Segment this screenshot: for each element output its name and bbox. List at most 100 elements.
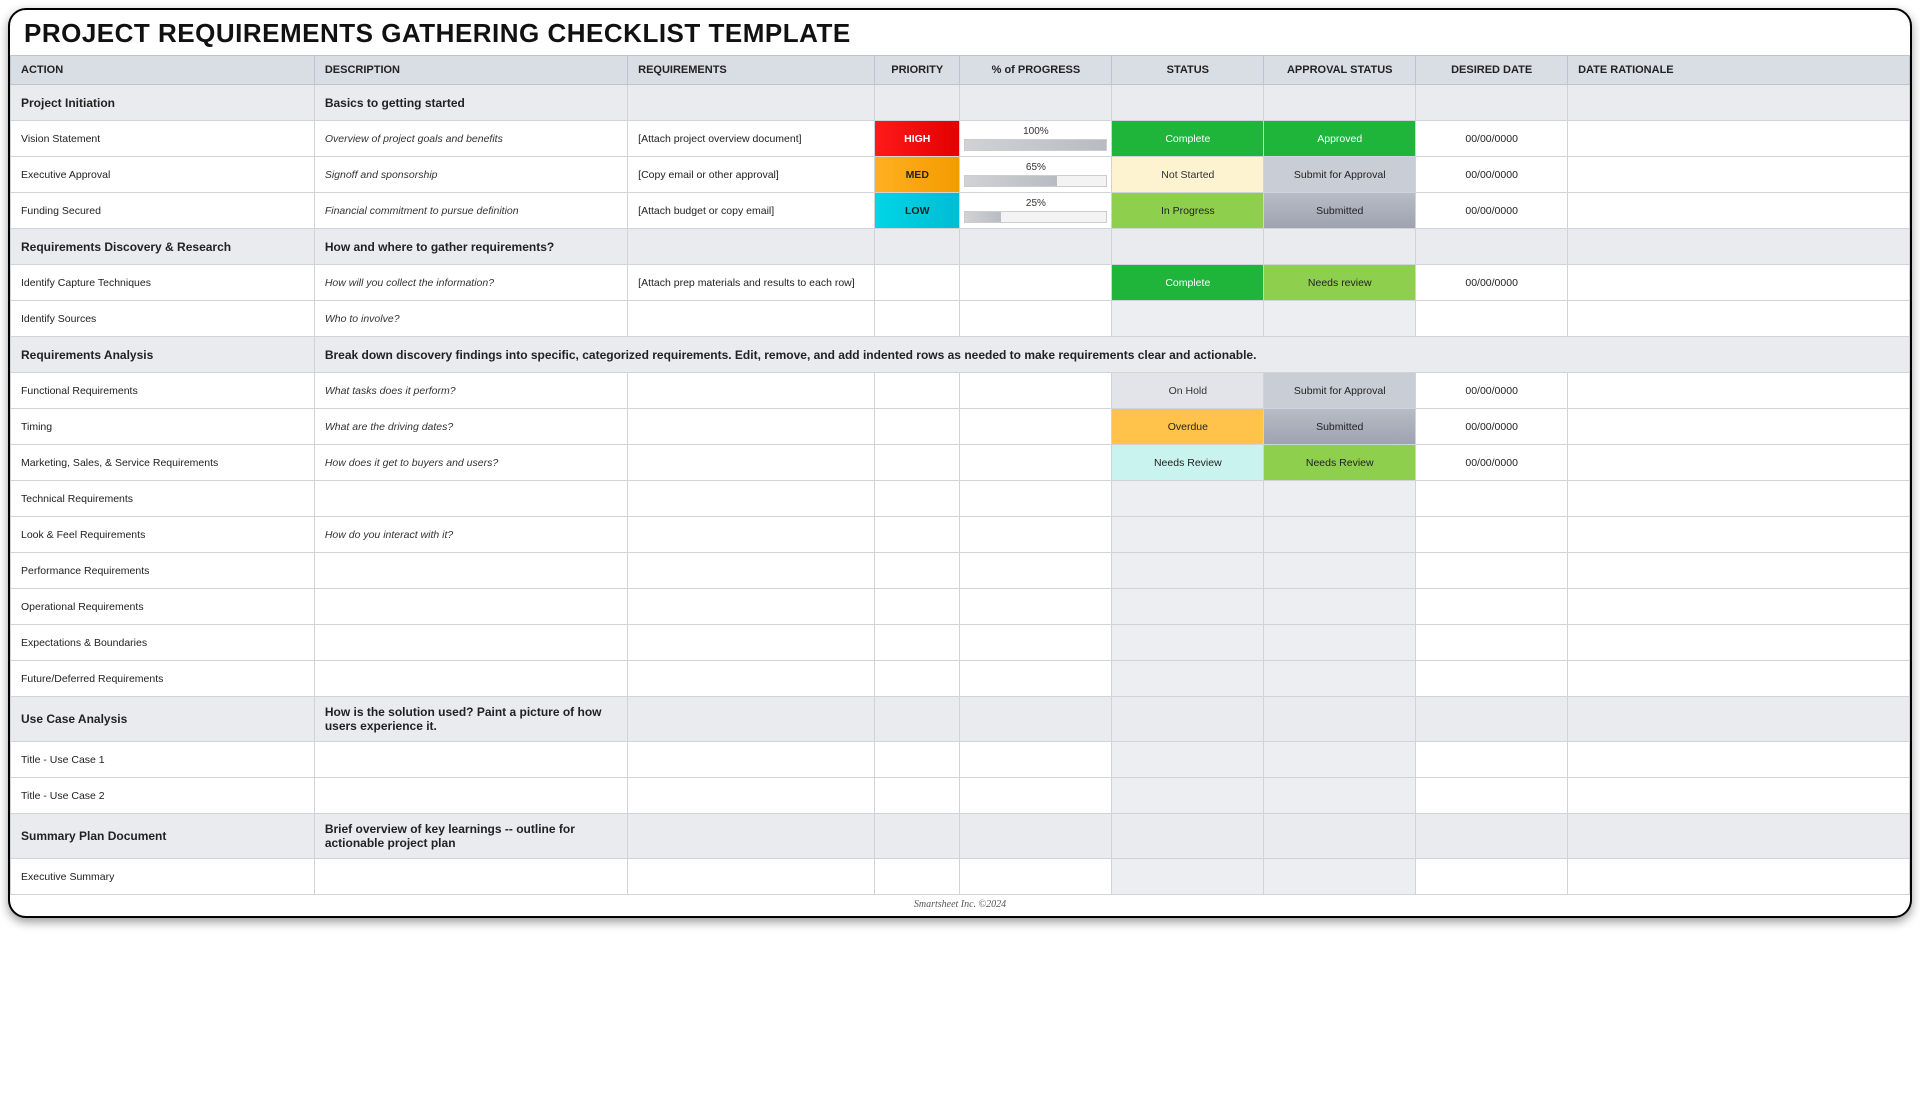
row-date[interactable] [1416,301,1567,336]
row-priority[interactable] [875,409,959,444]
row-date[interactable]: 00/00/0000 [1416,373,1567,408]
row-priority[interactable]: MED [875,157,959,192]
row-approval[interactable]: Submitted [1264,193,1415,228]
row-date[interactable] [1416,661,1567,696]
row-priority[interactable] [875,301,959,336]
row-rationale[interactable] [1568,778,1909,813]
row-status[interactable] [1112,301,1263,336]
row-status[interactable]: In Progress [1112,193,1263,228]
row-rationale[interactable] [1568,481,1909,516]
row-priority[interactable] [875,265,959,300]
row-date[interactable]: 00/00/0000 [1416,409,1567,444]
row-approval[interactable] [1264,589,1415,624]
row-status[interactable] [1112,742,1263,777]
row-status[interactable]: Not Started [1112,157,1263,192]
row-approval[interactable]: Approved [1264,121,1415,156]
row-date[interactable] [1416,625,1567,660]
row-priority[interactable]: LOW [875,193,959,228]
row-date[interactable] [1416,589,1567,624]
row-priority[interactable] [875,778,959,813]
row-rationale[interactable] [1568,157,1909,192]
row-priority[interactable]: HIGH [875,121,959,156]
row-status[interactable] [1112,661,1263,696]
row-approval[interactable]: Submitted [1264,409,1415,444]
row-rationale[interactable] [1568,625,1909,660]
row-progress[interactable] [960,301,1111,336]
row-priority[interactable] [875,625,959,660]
row-priority[interactable] [875,553,959,588]
row-priority[interactable] [875,481,959,516]
row-rationale[interactable] [1568,742,1909,777]
row-approval[interactable] [1264,517,1415,552]
row-approval[interactable] [1264,625,1415,660]
row-rationale[interactable] [1568,121,1909,156]
row-progress[interactable] [960,445,1111,480]
row-rationale[interactable] [1568,661,1909,696]
row-date[interactable]: 00/00/0000 [1416,193,1567,228]
row-rationale[interactable] [1568,445,1909,480]
row-rationale[interactable] [1568,553,1909,588]
row-approval[interactable] [1264,661,1415,696]
row-status[interactable]: On Hold [1112,373,1263,408]
row-priority[interactable] [875,373,959,408]
row-progress[interactable] [960,742,1111,777]
row-approval[interactable]: Needs Review [1264,445,1415,480]
row-rationale[interactable] [1568,589,1909,624]
row-rationale[interactable] [1568,301,1909,336]
row-approval[interactable] [1264,481,1415,516]
row-progress[interactable]: 100% [960,121,1111,156]
row-progress[interactable] [960,778,1111,813]
row-status[interactable] [1112,553,1263,588]
row-approval[interactable] [1264,859,1415,894]
row-status[interactable]: Overdue [1112,409,1263,444]
row-date[interactable] [1416,859,1567,894]
row-priority[interactable] [875,517,959,552]
row-approval[interactable] [1264,301,1415,336]
row-progress[interactable] [960,265,1111,300]
row-rationale[interactable] [1568,409,1909,444]
row-approval[interactable] [1264,553,1415,588]
row-status[interactable] [1112,778,1263,813]
row-priority[interactable] [875,661,959,696]
row-date[interactable]: 00/00/0000 [1416,265,1567,300]
row-rationale[interactable] [1568,373,1909,408]
row-progress[interactable] [960,589,1111,624]
row-date[interactable] [1416,778,1567,813]
row-rationale[interactable] [1568,517,1909,552]
row-date[interactable] [1416,481,1567,516]
row-date[interactable] [1416,517,1567,552]
row-progress[interactable] [960,409,1111,444]
row-approval[interactable]: Submit for Approval [1264,157,1415,192]
row-priority[interactable] [875,589,959,624]
row-progress[interactable]: 65% [960,157,1111,192]
row-status[interactable] [1112,517,1263,552]
row-priority[interactable] [875,445,959,480]
row-status[interactable] [1112,859,1263,894]
row-rationale[interactable] [1568,265,1909,300]
row-status[interactable]: Complete [1112,265,1263,300]
row-status[interactable]: Needs Review [1112,445,1263,480]
row-progress[interactable] [960,373,1111,408]
row-progress[interactable] [960,553,1111,588]
row-rationale[interactable] [1568,193,1909,228]
row-date[interactable]: 00/00/0000 [1416,121,1567,156]
row-date[interactable] [1416,553,1567,588]
row-progress[interactable] [960,625,1111,660]
row-approval[interactable] [1264,778,1415,813]
row-progress[interactable] [960,481,1111,516]
row-approval[interactable] [1264,742,1415,777]
row-progress[interactable] [960,661,1111,696]
row-progress[interactable]: 25% [960,193,1111,228]
row-progress[interactable] [960,859,1111,894]
row-status[interactable] [1112,625,1263,660]
row-approval[interactable]: Needs review [1264,265,1415,300]
row-status[interactable]: Complete [1112,121,1263,156]
row-status[interactable] [1112,589,1263,624]
row-date[interactable]: 00/00/0000 [1416,157,1567,192]
row-priority[interactable] [875,859,959,894]
row-approval[interactable]: Submit for Approval [1264,373,1415,408]
row-priority[interactable] [875,742,959,777]
row-rationale[interactable] [1568,859,1909,894]
row-date[interactable]: 00/00/0000 [1416,445,1567,480]
row-progress[interactable] [960,517,1111,552]
